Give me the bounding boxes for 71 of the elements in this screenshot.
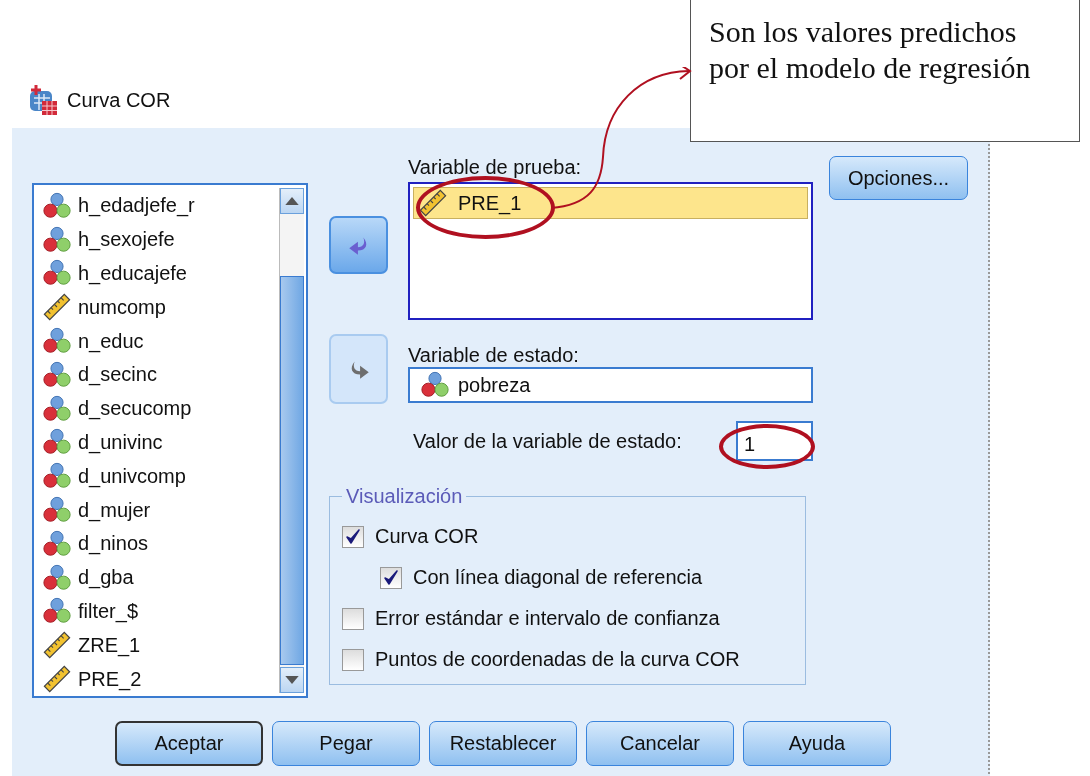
dialog-button[interactable]: Pegar (272, 721, 420, 766)
variable-item[interactable]: d_univcomp (42, 459, 279, 494)
variable-name: d_secinc (78, 363, 157, 387)
dialog-button[interactable]: Cancelar (586, 721, 734, 766)
scrollbar[interactable] (279, 188, 304, 693)
move-button[interactable] (329, 216, 388, 274)
options-button[interactable]: Opciones... (829, 156, 968, 200)
variable-name: d_mujer (78, 498, 151, 522)
variable-name: d_univcomp (78, 464, 186, 488)
variable-item[interactable]: filter_$ (42, 594, 279, 629)
roc-table-icon (27, 84, 59, 116)
test-variable-item[interactable]: PRE_1 (413, 187, 808, 219)
variable-name: PRE_2 (78, 667, 142, 691)
checkbox[interactable] (380, 566, 402, 589)
dialog-button[interactable]: Ayuda (743, 721, 891, 766)
variable-name: d_gba (78, 566, 134, 590)
nominal-variable-icon (42, 224, 72, 255)
variable-name: h_sexojefe (78, 228, 175, 252)
nominal-variable-icon (420, 370, 450, 400)
variable-name: PRE_1 (458, 191, 522, 215)
checkbox[interactable] (342, 648, 364, 671)
window-title: Curva COR (67, 88, 171, 112)
dialog-button[interactable]: Restablecer (429, 721, 577, 766)
variable-item[interactable]: d_secucomp (42, 391, 279, 426)
ruler-icon (418, 188, 448, 218)
checkbox[interactable] (342, 607, 364, 630)
variable-name: filter_$ (78, 599, 139, 623)
test-variable-list[interactable]: PRE_1 (408, 182, 813, 320)
test-variable-label: Variable de prueba: (408, 156, 583, 180)
variable-item[interactable]: ZRE_1 (42, 628, 279, 663)
variable-item[interactable]: d_secinc (42, 358, 279, 392)
variable-name: ZRE_1 (78, 633, 141, 657)
annotation-callout: Son los valores predichos por el modelo de regresión (690, 0, 1080, 142)
variable-item[interactable]: d_ninos (42, 526, 279, 561)
variable-name: numcomp (78, 295, 166, 319)
variable-name: h_educajefe (78, 262, 187, 285)
scroll-thumb[interactable] (280, 276, 304, 665)
variable-name: pobreza (458, 373, 531, 397)
variable-item[interactable]: n_educ (42, 324, 279, 358)
variable-item[interactable]: h_educajefe (42, 256, 279, 291)
state-variable-field[interactable]: pobreza (408, 367, 813, 403)
scroll-up-icon[interactable] (280, 188, 304, 214)
state-value-label: Valor de la variable de estado: (413, 429, 682, 453)
checkbox[interactable] (342, 525, 364, 548)
nominal-variable-icon (42, 393, 72, 424)
variable-item[interactable]: h_sexojefe (42, 222, 279, 257)
display-group-title: Visualización (345, 485, 464, 508)
state-variable-label: Variable de estado: (408, 344, 580, 367)
checkbox-label: Con línea diagonal de referencia (413, 566, 703, 589)
state-value-field[interactable]: 1 (736, 421, 813, 461)
variable-name: n_educ (78, 329, 144, 353)
checkbox-label: Curva COR (375, 525, 479, 548)
variable-item[interactable]: d_gba (42, 560, 279, 595)
nominal-variable-icon (42, 528, 72, 559)
variable-item[interactable]: PRE_2 (42, 662, 279, 696)
checkbox-label: Puntos de coordenadas de la curva COR (375, 648, 740, 671)
variable-item[interactable]: d_mujer (42, 493, 279, 527)
variable-name: d_univinc (78, 430, 163, 454)
nominal-variable-icon (42, 359, 72, 390)
nominal-variable-icon (42, 190, 72, 221)
variable-item[interactable]: d_univinc (42, 425, 279, 460)
variable-item[interactable]: numcomp (42, 290, 279, 325)
variable-item[interactable]: h_edadjefe_r (42, 189, 279, 223)
dialog-button[interactable]: Aceptar (115, 721, 263, 766)
variable-name: d_secucomp (78, 397, 192, 421)
variable-name: d_ninos (78, 532, 149, 556)
variable-list[interactable]: h_edadjefe_r h_sexojefe h_educajefe numcomp n_educ d_secinc d_secucomp d_univinc d_univcomp d_mujer d_ninos d_gba filter_$ ZRE_1 PRE_2 (32, 183, 308, 698)
nominal-variable-icon (42, 562, 72, 593)
scroll-down-icon[interactable] (280, 667, 304, 693)
variable-name: h_edadjefe_r (78, 194, 195, 218)
checkbox-label: Error estándar e intervalo de confianza (375, 607, 720, 630)
